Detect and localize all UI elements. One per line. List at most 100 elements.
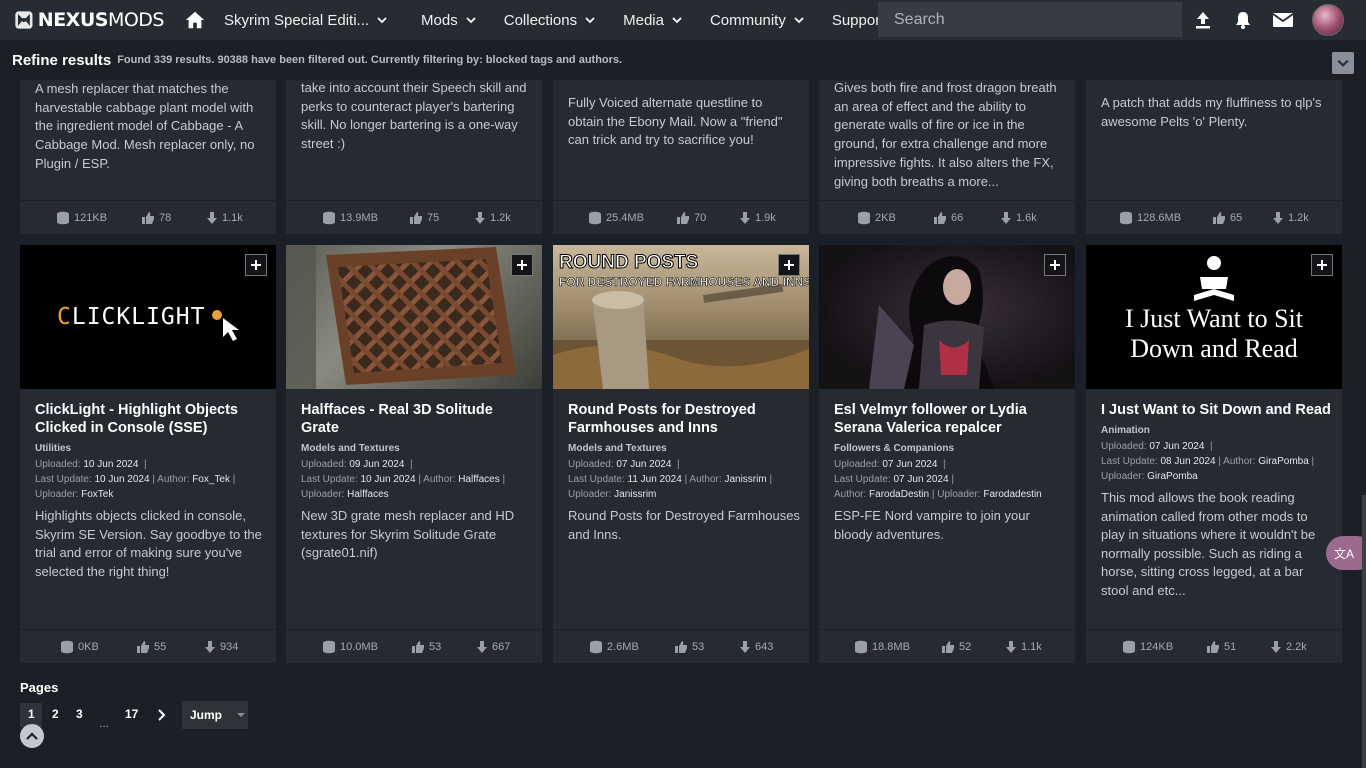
mod-title[interactable]: Round Posts for Destroyed Farmhouses and… — [568, 401, 800, 437]
mod-thumbnail[interactable]: I Just Want to Sit Down and Read — [1086, 245, 1342, 389]
uploader-link[interactable]: Farodadestin — [983, 489, 1041, 500]
mod-title[interactable]: ClickLight - Highlight Objects Clicked i… — [35, 401, 267, 437]
mod-card[interactable]: CLICKLIGHT C ClickLight - Highlight Obje… — [20, 245, 276, 663]
thumbs-up-icon — [942, 641, 954, 653]
uploader-link[interactable]: FoxTek — [81, 489, 113, 500]
upload-date: 07 Jun 2024 — [882, 459, 938, 470]
messages-envelope-icon[interactable] — [1272, 10, 1294, 30]
author-link[interactable]: FarodaDestin — [869, 489, 929, 500]
nav-collections[interactable]: Collections — [494, 0, 605, 40]
mod-card[interactable]: Gives both fire and frost dragon breath … — [819, 80, 1075, 234]
search-input[interactable]: Search — [878, 2, 1182, 37]
author-link[interactable]: Fox_Tek — [192, 474, 230, 485]
download-arrow-icon — [1001, 212, 1011, 224]
add-to-collection-button[interactable] — [511, 254, 533, 276]
update-date: 11 Jun 2024 — [627, 474, 682, 485]
add-to-collection-button[interactable] — [1044, 254, 1066, 276]
mod-thumbnail[interactable]: ROUND POSTS FOR DESTROYED FARMHOUSES AND… — [553, 245, 809, 389]
user-avatar[interactable] — [1312, 4, 1344, 36]
author-link[interactable]: Janissrim — [724, 474, 766, 485]
uploader-link[interactable]: GiraPomba — [1147, 471, 1198, 482]
mod-card[interactable]: I Just Want to Sit Down and Read I Just … — [1086, 245, 1342, 663]
page-link-17[interactable]: 17 — [125, 707, 138, 721]
mod-category[interactable]: Animation — [1101, 425, 1150, 436]
nav-mods[interactable]: Mods — [411, 0, 486, 40]
page-link-3[interactable]: 3 — [76, 707, 83, 721]
game-selector[interactable]: Skyrim Special Editi... — [214, 0, 397, 40]
game-selector-label: Skyrim Special Editi... — [224, 11, 370, 29]
mod-title[interactable]: Halffaces - Real 3D Solitude Grate — [301, 401, 533, 437]
mod-card[interactable]: A mesh replacer that matches the harvest… — [20, 80, 276, 234]
chevron-up-icon — [26, 732, 38, 740]
add-to-collection-button[interactable] — [1311, 254, 1333, 276]
database-icon — [1123, 640, 1135, 654]
file-size: 2.6MB — [589, 640, 639, 654]
downloads: 1.2k — [474, 211, 511, 225]
file-size: 0KB — [60, 640, 99, 654]
thumbs-up-icon — [934, 212, 946, 224]
author-link[interactable]: GiraPomba — [1258, 456, 1309, 467]
filter-summary: Found 339 results. 90388 have been filte… — [117, 54, 623, 66]
svg-text:I Just Want to Sit: I Just Want to Sit — [1125, 304, 1304, 333]
plus-icon — [517, 260, 527, 270]
jump-to-page-select[interactable]: Jump — [182, 701, 248, 729]
next-page-chevron-icon[interactable] — [155, 709, 167, 721]
database-icon — [858, 211, 870, 225]
uploader-link[interactable]: Janissrim — [614, 489, 656, 500]
scroll-to-top-button[interactable] — [20, 724, 44, 748]
download-arrow-icon — [475, 212, 485, 224]
mod-description: Gives both fire and frost dragon breath … — [834, 80, 1057, 189]
file-size: 2KB — [857, 211, 896, 225]
nav-community[interactable]: Community — [700, 0, 814, 40]
nav-media[interactable]: Media — [613, 0, 692, 40]
database-icon — [323, 640, 335, 654]
add-to-collection-button[interactable] — [245, 254, 267, 276]
svg-text:CLICKLIGHT: CLICKLIGHT — [57, 304, 205, 330]
mod-card[interactable]: take into account their Speech skill and… — [286, 80, 542, 234]
endorsements: 75 — [409, 211, 439, 225]
upload-icon[interactable] — [1193, 10, 1213, 30]
update-date: 10 Jun 2024 — [94, 474, 150, 485]
thumbs-up-icon — [675, 641, 687, 653]
mod-title[interactable]: I Just Want to Sit Down and Read — [1101, 401, 1333, 419]
mod-title[interactable]: Esl Velmyr follower or Lydia Serana Vale… — [834, 401, 1066, 437]
refine-results-title[interactable]: Refine results — [12, 52, 111, 69]
mod-thumbnail[interactable] — [819, 245, 1075, 389]
database-icon — [323, 211, 335, 225]
page-link-2[interactable]: 2 — [52, 707, 59, 721]
download-arrow-icon — [1006, 641, 1016, 653]
round-posts-thumbnail-image: ROUND POSTS FOR DESTROYED FARMHOUSES AND… — [553, 252, 809, 389]
mod-card[interactable]: Fully Voiced alternate questline to obta… — [553, 80, 809, 234]
mod-card[interactable]: Esl Velmyr follower or Lydia Serana Vale… — [819, 245, 1075, 663]
mod-thumbnail[interactable]: CLICKLIGHT C — [20, 245, 276, 389]
mod-thumbnail[interactable] — [286, 245, 542, 389]
notifications-bell-icon[interactable] — [1233, 10, 1253, 30]
page-scrollbar[interactable] — [1362, 495, 1366, 768]
mod-card[interactable]: Halffaces - Real 3D Solitude Grate Model… — [286, 245, 542, 663]
add-to-collection-button[interactable] — [778, 254, 800, 276]
database-icon — [589, 211, 601, 225]
home-icon[interactable] — [184, 9, 206, 31]
mod-stats: 2KB 66 1.6k — [819, 200, 1075, 234]
downloads: 934 — [204, 640, 238, 654]
mod-description: A mesh replacer that matches the harvest… — [35, 81, 255, 171]
mod-category[interactable]: Models and Textures — [568, 443, 667, 454]
refine-toggle-button[interactable] — [1332, 52, 1354, 74]
jump-label: Jump — [190, 708, 223, 722]
mod-stats: 25.4MB 70 1.9k — [553, 200, 809, 234]
uploader-link[interactable]: Halffaces — [347, 489, 389, 500]
nexusmods-logo[interactable]: NEXUSMODS — [14, 5, 165, 35]
mod-description: New 3D grate mesh replacer and HD textur… — [301, 508, 515, 560]
thumbs-up-icon — [137, 641, 149, 653]
page-link-1[interactable]: 1 — [28, 707, 35, 721]
mod-card[interactable]: ROUND POSTS FOR DESTROYED FARMHOUSES AND… — [553, 245, 809, 663]
translate-button[interactable]: 文A — [1326, 536, 1366, 570]
mod-description: Highlights objects clicked in console, S… — [35, 508, 262, 579]
mod-category[interactable]: Models and Textures — [301, 443, 400, 454]
mod-category[interactable]: Followers & Companions — [834, 443, 954, 454]
file-size: 128.6MB — [1119, 211, 1181, 225]
author-link[interactable]: Halffaces — [458, 474, 500, 485]
mod-category[interactable]: Utilities — [35, 443, 71, 454]
mod-card[interactable]: A patch that adds my fluffiness to qlp's… — [1086, 80, 1342, 234]
mod-description: This mod allows the book reading animati… — [1101, 490, 1316, 598]
